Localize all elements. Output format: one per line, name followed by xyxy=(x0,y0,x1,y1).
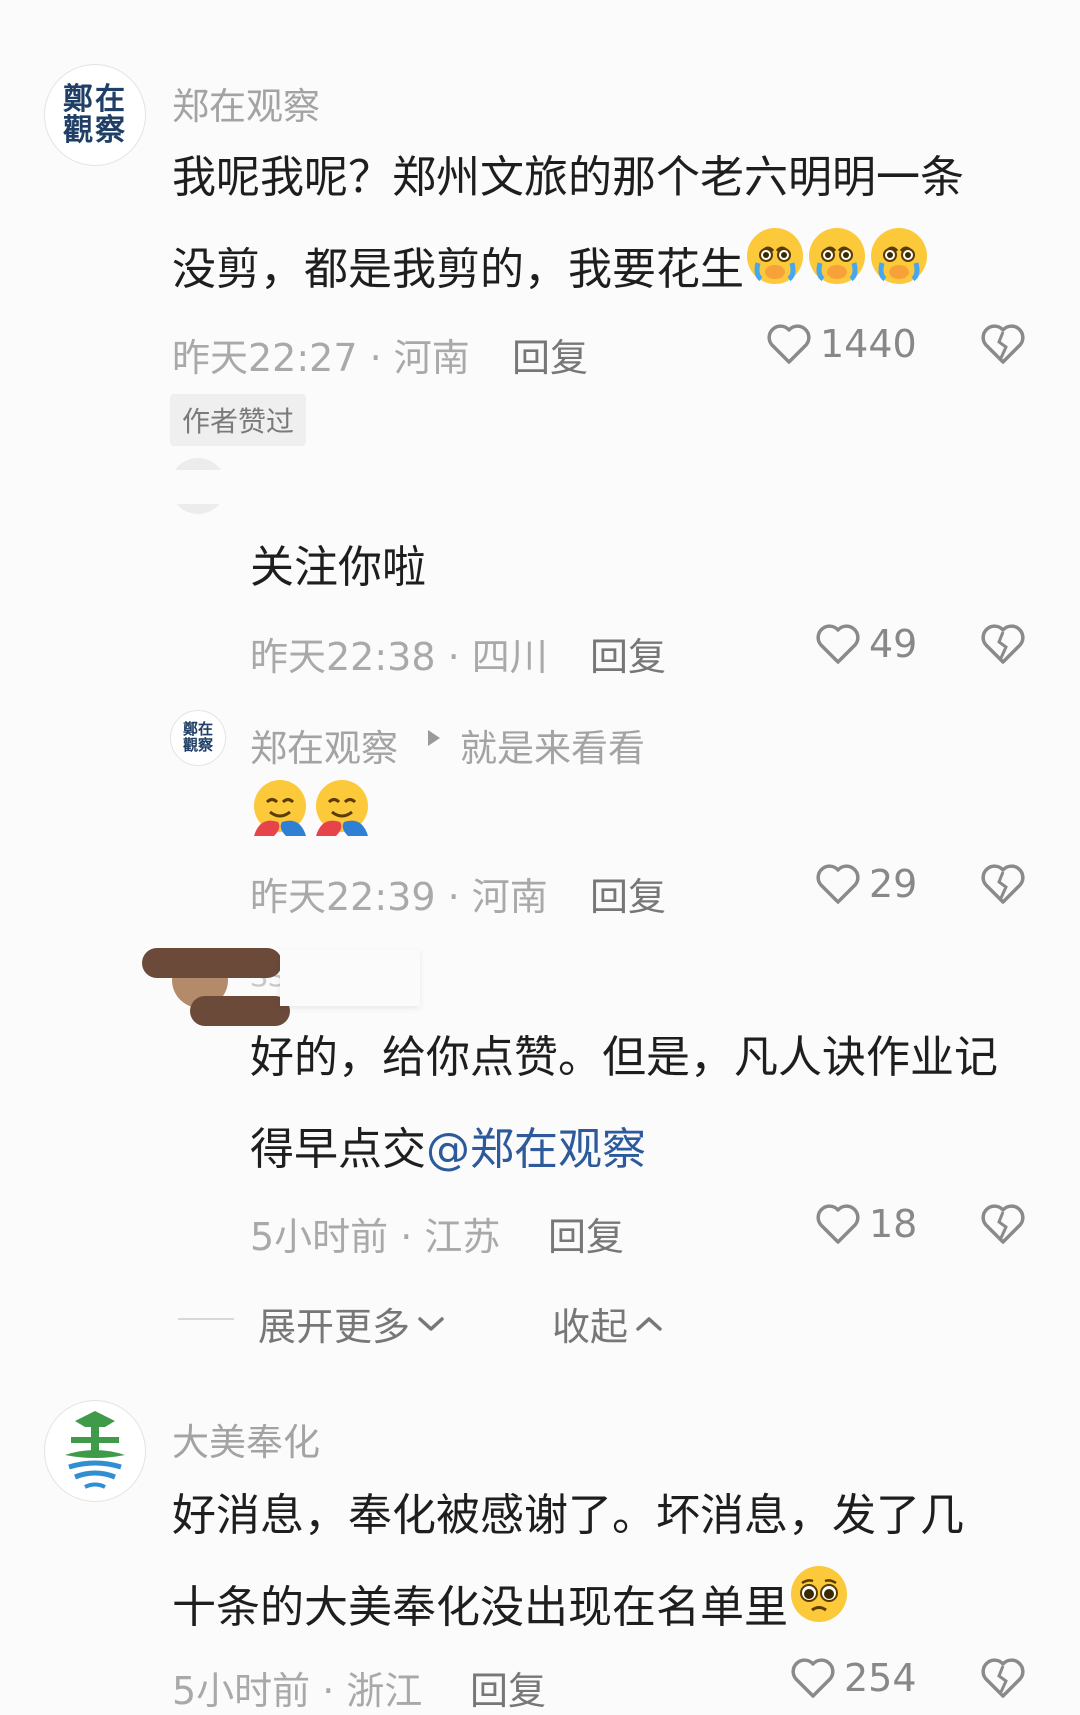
mention-link[interactable]: @郑在观察 xyxy=(426,1124,646,1175)
comment-author[interactable]: 大美奉化 xyxy=(172,1412,320,1466)
avatar[interactable]: 鄭在觀察 xyxy=(44,64,146,166)
comment-timestamp: 昨天22:27 · 河南 xyxy=(172,336,470,380)
reply-text-line-2-row: 得早点交@郑在观察 xyxy=(250,1104,646,1196)
reply-text: 关注你啦 xyxy=(250,542,426,593)
chevron-down-icon xyxy=(418,1316,444,1331)
comment-text-line-1: 好消息，奉化被感谢了。坏消息，发了几 xyxy=(172,1490,964,1541)
hug-emoji xyxy=(312,778,372,842)
comment-text-line-2: 十条的大美奉化没出现在名单里 xyxy=(172,1582,788,1633)
pleading-emoji xyxy=(788,1563,850,1657)
comment-text-line-2-row: 十条的大美奉化没出现在名单里 xyxy=(172,1562,850,1657)
like-button[interactable]: 29 xyxy=(815,862,917,906)
fenghua-logo-icon xyxy=(65,1411,125,1489)
comment-text-line-1: 我呢我呢？郑州文旅的那个老六明明一条 xyxy=(172,152,964,203)
chevron-up-icon xyxy=(636,1316,662,1331)
broken-heart-icon[interactable] xyxy=(980,862,1026,906)
heart-icon xyxy=(816,624,860,664)
like-button[interactable]: 18 xyxy=(815,1202,917,1246)
hug-emoji xyxy=(250,778,310,842)
reply-timestamp: 昨天22:39 · 河南 xyxy=(250,875,548,919)
heart-icon xyxy=(767,324,811,364)
reply-button[interactable]: 回复 xyxy=(512,327,588,382)
reply-text-line-1: 好的，给你点赞。但是，凡人诀作业记 xyxy=(250,1032,998,1083)
reply-button[interactable]: 回复 xyxy=(470,1660,546,1715)
reply-author[interactable]: 郑在观察 xyxy=(250,718,398,772)
reply-button[interactable]: 回复 xyxy=(590,626,666,681)
like-count: 1440 xyxy=(820,322,917,366)
redaction-overlay xyxy=(280,950,420,1006)
avatar[interactable] xyxy=(44,1400,146,1502)
collapse-label: 收起 xyxy=(552,1305,629,1349)
reply-arrow-icon xyxy=(428,730,440,746)
crying-emoji xyxy=(744,225,806,319)
reply-emoji-row xyxy=(250,778,372,842)
avatar[interactable]: 鄭在觀察 xyxy=(170,710,226,766)
reply-to-name[interactable]: 就是来看看 xyxy=(460,718,645,772)
broken-heart-icon[interactable] xyxy=(980,1656,1026,1700)
comment-timestamp: 5小时前 · 浙江 xyxy=(172,1669,423,1713)
broken-heart-icon[interactable] xyxy=(980,622,1026,666)
author-liked-badge: 作者赞过 xyxy=(170,394,307,446)
reply-button[interactable]: 回复 xyxy=(590,866,666,921)
reply-text-line-2: 得早点交 xyxy=(250,1124,426,1175)
heart-icon xyxy=(816,864,860,904)
like-button[interactable]: 254 xyxy=(790,1656,917,1700)
heart-icon xyxy=(816,1204,860,1244)
expand-more-label: 展开更多 xyxy=(258,1305,411,1349)
comment-text-line-2-row: 没剪，都是我剪的，我要花生 xyxy=(172,224,930,319)
collapse-button[interactable]: 收起 xyxy=(552,1296,664,1351)
reply-button[interactable]: 回复 xyxy=(548,1206,624,1261)
redaction-overlay xyxy=(142,948,282,978)
comment-author[interactable]: 郑在观察 xyxy=(172,76,320,130)
like-count: 254 xyxy=(844,1656,917,1700)
comment-text-line-2: 没剪，都是我剪的，我要花生 xyxy=(172,244,744,295)
broken-heart-icon[interactable] xyxy=(980,322,1026,366)
expand-more-button[interactable]: 展开更多 xyxy=(258,1296,446,1351)
avatar-text: 鄭在觀察 xyxy=(63,81,127,148)
heart-icon xyxy=(791,1658,835,1698)
like-button[interactable]: 49 xyxy=(815,622,917,666)
reply-timestamp: 昨天22:38 · 四川 xyxy=(250,635,548,679)
like-button[interactable]: 1440 xyxy=(766,322,917,366)
redaction-overlay xyxy=(140,470,460,504)
reply-timestamp: 5小时前 · 江苏 xyxy=(250,1215,501,1259)
like-count: 29 xyxy=(869,862,918,906)
like-count: 18 xyxy=(869,1202,918,1246)
thread-divider xyxy=(178,1318,234,1320)
avatar-text: 鄭在觀察 xyxy=(182,720,213,754)
crying-emoji xyxy=(868,225,930,319)
broken-heart-icon[interactable] xyxy=(980,1202,1026,1246)
crying-emoji xyxy=(806,225,868,319)
like-count: 49 xyxy=(869,622,918,666)
